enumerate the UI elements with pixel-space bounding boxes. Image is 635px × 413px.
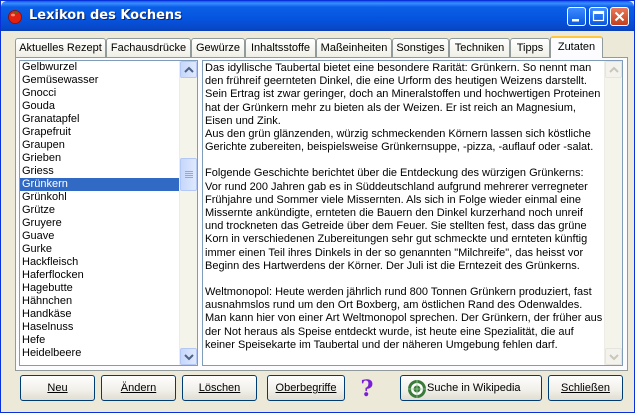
main-window: Lexikon des Kochens Aktuelles Rezept Fac… bbox=[0, 0, 635, 413]
list-item[interactable]: Gnocci bbox=[20, 87, 180, 100]
tab-sonstiges[interactable]: Sonstiges bbox=[392, 38, 449, 57]
list-item[interactable]: Gelbwurzel bbox=[20, 61, 180, 74]
minimize-button[interactable] bbox=[567, 7, 586, 26]
tab-tipps[interactable]: Tipps bbox=[510, 38, 550, 57]
wikipedia-globe-icon bbox=[408, 380, 426, 398]
tab-zutaten[interactable]: Zutaten bbox=[550, 36, 603, 58]
tab-gewuerze[interactable]: Gewürze bbox=[191, 38, 245, 57]
delete-button-label: Löschen bbox=[198, 382, 241, 394]
ingredient-list-items: Gelbwurzel Gemüsewasser Gnocci Gouda Granata… bbox=[20, 61, 180, 360]
tab-masseinheiten[interactable]: Maßeinheiten bbox=[316, 38, 392, 57]
list-item[interactable]: Hähnchen bbox=[20, 295, 180, 308]
tab-aktuelles-rezept[interactable]: Aktuelles Rezept bbox=[15, 38, 106, 57]
list-item[interactable]: Granatapfel bbox=[20, 113, 180, 126]
chevron-down-icon bbox=[609, 354, 619, 361]
edit-button[interactable]: Ändern bbox=[101, 375, 176, 401]
list-item[interactable]: Griess bbox=[20, 165, 180, 178]
delete-button[interactable]: Löschen bbox=[182, 375, 257, 401]
title-bar[interactable]: Lexikon des Kochens bbox=[1, 1, 634, 31]
list-item[interactable]: Grünkern bbox=[20, 178, 180, 191]
list-item[interactable]: Heidelbeere bbox=[20, 347, 180, 360]
close-icon bbox=[614, 11, 625, 22]
list-scroll-down-button[interactable] bbox=[180, 348, 197, 365]
description-paragraph: Weltmonopol: Heute werden jährlich rund … bbox=[205, 286, 603, 351]
description-paragraph: Das idyllische Taubertal bietet eine bes… bbox=[205, 62, 601, 127]
wikipedia-button-label: Suche in Wikipedia bbox=[427, 382, 521, 394]
new-button-label: Neu bbox=[47, 382, 68, 394]
tab-inhaltsstoffe[interactable]: Inhaltsstoffe bbox=[245, 38, 316, 57]
close-button[interactable]: Schließen bbox=[548, 375, 623, 401]
list-item[interactable]: Guave bbox=[20, 230, 180, 243]
list-scroll-up-button[interactable] bbox=[180, 61, 197, 78]
list-item[interactable]: Gurke bbox=[20, 243, 180, 256]
list-scroll-thumb[interactable] bbox=[180, 158, 197, 191]
edit-button-label: Ändern bbox=[120, 382, 157, 394]
list-item[interactable]: Grünkohl bbox=[20, 191, 180, 204]
description-text: Das idyllische Taubertal bietet eine bes… bbox=[205, 62, 603, 352]
new-button[interactable]: Neu bbox=[20, 375, 95, 401]
close-window-button[interactable] bbox=[610, 7, 629, 26]
chevron-up-icon bbox=[184, 66, 194, 73]
categories-button-label: Oberbegriffe bbox=[275, 382, 337, 394]
maximize-button[interactable] bbox=[589, 7, 608, 26]
wikipedia-search-button[interactable]: Suche in Wikipedia bbox=[400, 375, 542, 401]
tab-fachausdruecke[interactable]: Fachausdrücke bbox=[106, 38, 191, 57]
close-button-label: Schließen bbox=[561, 382, 610, 394]
list-item[interactable]: Hagebutte bbox=[20, 282, 180, 295]
list-item[interactable]: Hefe bbox=[20, 334, 180, 347]
list-item[interactable]: Grütze bbox=[20, 204, 180, 217]
ingredient-list[interactable]: Gelbwurzel Gemüsewasser Gnocci Gouda Granata… bbox=[19, 60, 198, 366]
question-mark-icon[interactable]: ? bbox=[356, 378, 378, 400]
list-item[interactable]: Handkäse bbox=[20, 308, 180, 321]
list-item[interactable]: Haselnuss bbox=[20, 321, 180, 334]
description-paragraph: Aus den grün glänzenden, würzig schmecke… bbox=[205, 128, 594, 154]
list-item[interactable]: Grieben bbox=[20, 152, 180, 165]
description-paragraph: Folgende Geschichte berichtet über die E… bbox=[205, 167, 588, 272]
tab-techniken[interactable]: Techniken bbox=[449, 38, 510, 57]
list-item[interactable]: Gouda bbox=[20, 100, 180, 113]
list-item[interactable]: Gemüsewasser bbox=[20, 74, 180, 87]
list-item[interactable]: Hackfleisch bbox=[20, 256, 180, 269]
text-scroll-down-button[interactable] bbox=[605, 348, 622, 365]
maximize-icon bbox=[592, 10, 605, 22]
window-title: Lexikon des Kochens bbox=[29, 8, 182, 23]
list-item[interactable]: Graupen bbox=[20, 139, 180, 152]
list-item[interactable]: Gruyere bbox=[20, 217, 180, 230]
tomato-icon bbox=[8, 10, 22, 24]
text-scroll-up-button[interactable] bbox=[605, 61, 622, 78]
list-scrollbar[interactable] bbox=[179, 61, 197, 365]
list-item[interactable]: Haferflocken bbox=[20, 269, 180, 282]
minimize-icon bbox=[572, 19, 579, 22]
chevron-down-icon bbox=[184, 354, 194, 361]
categories-button[interactable]: Oberbegriffe bbox=[267, 375, 345, 401]
chevron-up-icon bbox=[609, 66, 619, 73]
description-textbox[interactable]: Das idyllische Taubertal bietet eine bes… bbox=[202, 60, 623, 366]
list-item[interactable]: Grapefruit bbox=[20, 126, 180, 139]
text-scrollbar[interactable] bbox=[604, 61, 622, 365]
